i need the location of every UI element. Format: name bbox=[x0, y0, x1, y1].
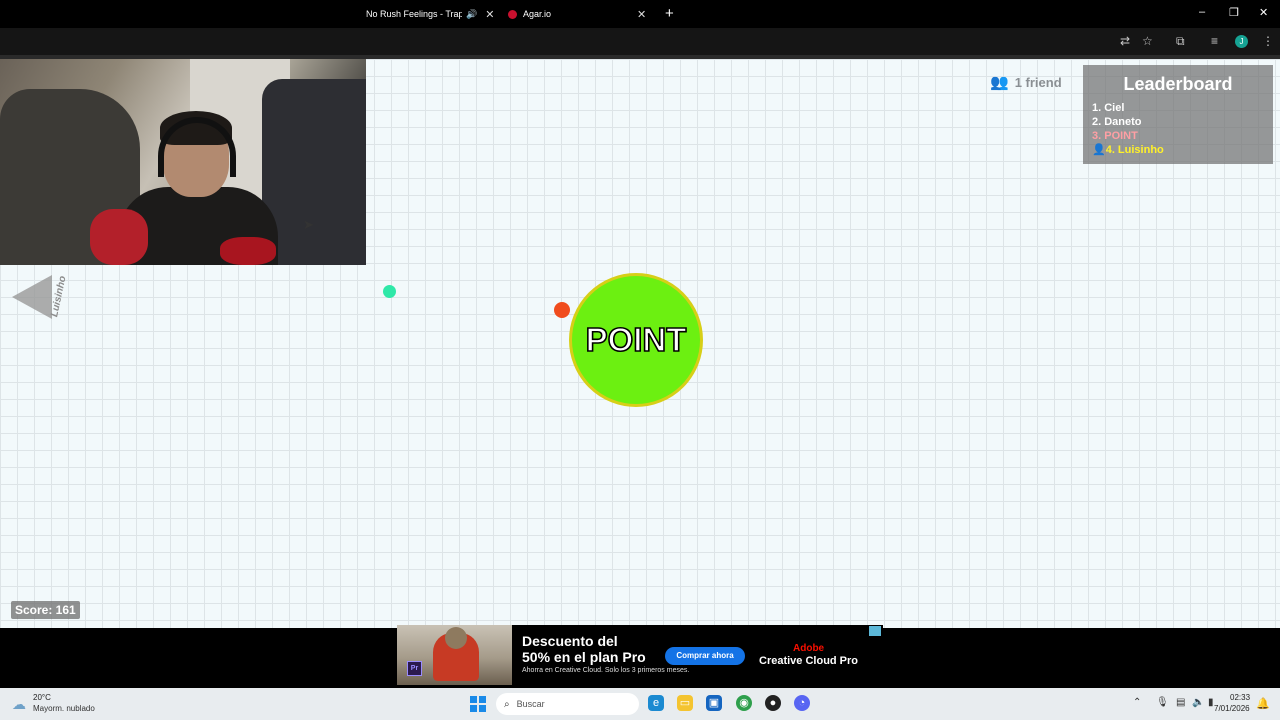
tab-music[interactable]: No Rush Feelings - Trap - M 🔊 ✕ bbox=[366, 0, 496, 28]
close-window-button[interactable]: ✕ bbox=[1259, 6, 1268, 19]
friend-icon: 👤 bbox=[1092, 144, 1106, 156]
offscreen-friend-name: Luisinho bbox=[49, 274, 69, 319]
chevron-up-icon[interactable]: ⌃ bbox=[1133, 697, 1141, 708]
taskbar-search[interactable]: ⌕ Buscar bbox=[496, 693, 639, 715]
store-app-icon[interactable]: ▣ bbox=[706, 695, 722, 711]
edge-app-icon[interactable]: e bbox=[648, 695, 664, 711]
media-controls-icon[interactable]: ≡ bbox=[1211, 34, 1218, 48]
weather-cloud-icon[interactable]: ☁ bbox=[12, 696, 26, 713]
leaderboard: Leaderboard 1. Ciel 2. Daneto 3. POINT 👤… bbox=[1083, 65, 1273, 164]
weather-temperature[interactable]: 20°C bbox=[33, 693, 51, 702]
friends-count: 1 friend bbox=[1014, 74, 1062, 90]
ad-headline-line: Descuento del bbox=[522, 633, 618, 649]
leaderboard-entry-text: 4. Luisinho bbox=[1105, 144, 1164, 156]
friends-icon: 👥 bbox=[990, 74, 1009, 91]
score-display: Score: 161 bbox=[11, 601, 80, 619]
tab-title: No Rush Feelings - Trap - M bbox=[366, 9, 462, 19]
premiere-pro-icon: Pr bbox=[407, 661, 422, 676]
menu-dots-icon[interactable]: ⋮ bbox=[1262, 34, 1274, 48]
leaderboard-entry: 1. Ciel bbox=[1092, 102, 1125, 114]
speaker-icon[interactable]: 🔊 bbox=[466, 9, 477, 20]
friends-indicator[interactable]: 👥 1 friend bbox=[990, 73, 1062, 91]
volume-icon[interactable]: 🔈 bbox=[1192, 697, 1204, 708]
chrome-app-icon[interactable]: ◉ bbox=[736, 695, 752, 711]
minimize-button[interactable]: – bbox=[1199, 6, 1205, 18]
extensions-icon[interactable]: ⧉ bbox=[1176, 34, 1185, 49]
browser-tab-bar: No Rush Feelings - Trap - M 🔊 ✕ Agar.io … bbox=[0, 0, 1280, 28]
close-icon[interactable]: ✕ bbox=[485, 8, 494, 21]
taskbar-date[interactable]: 7/01/2026 bbox=[1214, 704, 1250, 713]
browser-toolbar bbox=[0, 28, 1280, 55]
player-cell: POINT bbox=[569, 273, 703, 407]
microphone-icon[interactable]: 🎙 bbox=[1156, 697, 1169, 708]
ad-banner[interactable]: Pr Descuento del 50% en el plan Pro Ahor… bbox=[397, 625, 883, 685]
new-tab-button[interactable]: + bbox=[665, 5, 674, 22]
translate-icon[interactable]: ⇄ bbox=[1120, 34, 1130, 48]
taskbar-time[interactable]: 02:33 bbox=[1230, 693, 1250, 702]
leaderboard-list: 1. Ciel 2. Daneto 3. POINT 👤4. Luisinho bbox=[1092, 101, 1273, 157]
ad-brand-name: Creative Cloud Pro bbox=[759, 655, 859, 667]
close-icon[interactable]: ✕ bbox=[637, 8, 646, 21]
ad-close-icon[interactable] bbox=[869, 626, 881, 636]
restore-button[interactable]: ❐ bbox=[1229, 6, 1239, 19]
tab-agario[interactable]: Agar.io ✕ bbox=[504, 0, 656, 28]
weather-description[interactable]: Mayorm. nublado bbox=[33, 704, 95, 713]
leaderboard-entry: 2. Daneto bbox=[1092, 116, 1142, 128]
webcam-red-object bbox=[220, 237, 276, 265]
agario-favicon-icon bbox=[508, 9, 517, 19]
search-icon: ⌕ bbox=[504, 698, 510, 710]
discord-app-icon[interactable]: ◔ bbox=[794, 695, 810, 711]
ad-headline-line: 50% en el plan Pro bbox=[522, 649, 646, 665]
ad-photo: Pr bbox=[397, 625, 512, 685]
adobe-logo-text: Adobe bbox=[793, 643, 825, 654]
food-pellet bbox=[554, 302, 570, 318]
player-cell-name: POINT bbox=[585, 320, 687, 359]
notification-bell-icon[interactable]: 🔔 bbox=[1256, 697, 1270, 710]
food-pellet bbox=[383, 285, 396, 298]
file-explorer-icon[interactable]: ▭ bbox=[677, 695, 693, 711]
mouse-cursor-icon: ➤ bbox=[303, 217, 314, 232]
windows-taskbar bbox=[0, 688, 1280, 720]
obs-app-icon[interactable]: ● bbox=[765, 695, 781, 711]
tab-title: Agar.io bbox=[523, 9, 552, 19]
start-button[interactable] bbox=[470, 696, 486, 712]
game-canvas[interactable]: ➤ 👥 1 friend Leaderboard 1. Ciel 2. Dane… bbox=[0, 59, 1280, 628]
bookmark-star-icon[interactable]: ☆ bbox=[1142, 34, 1153, 48]
ad-buy-button[interactable]: Comprar ahora bbox=[665, 647, 745, 665]
ad-headline: Descuento del 50% en el plan Pro bbox=[522, 633, 646, 665]
screen: No Rush Feelings - Trap - M 🔊 ✕ Agar.io … bbox=[0, 0, 1280, 720]
ad-subtext: Ahorra en Creative Cloud. Solo los 3 pri… bbox=[522, 667, 690, 674]
search-placeholder: Buscar bbox=[516, 699, 545, 709]
leaderboard-title: Leaderboard bbox=[1123, 74, 1233, 94]
profile-avatar[interactable]: J bbox=[1235, 35, 1248, 48]
ad-person-head bbox=[445, 627, 467, 649]
leaderboard-entry-friend: 👤4. Luisinho bbox=[1092, 143, 1273, 157]
battery-icon[interactable]: ▮ bbox=[1208, 697, 1214, 708]
webcam-red-object bbox=[90, 209, 148, 265]
offscreen-friend-arrow-icon bbox=[12, 275, 52, 319]
leaderboard-entry-self: 3. POINT bbox=[1092, 130, 1138, 142]
network-icon[interactable]: ▤ bbox=[1176, 697, 1185, 708]
webcam-overlay bbox=[0, 59, 366, 265]
